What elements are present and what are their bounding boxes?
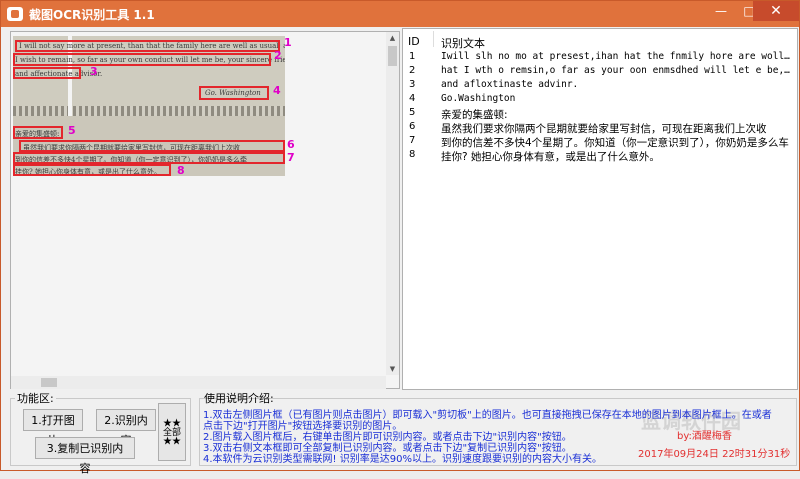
row-id: 8 xyxy=(409,149,416,160)
selection-number: 7 xyxy=(287,151,295,164)
minimize-button[interactable]: — xyxy=(707,1,735,21)
image-panel[interactable]: I will not say more at present, than tha… xyxy=(10,31,400,389)
app-window: 截图OCR识别工具 1.1 — □ ✕ I will not say more … xyxy=(0,0,800,475)
open-image-button[interactable]: 1.打开图片 xyxy=(23,409,83,447)
row-text: 挂你? 她担心你身体有意，或是出了什么意外。 xyxy=(441,151,660,163)
selection-number: 4 xyxy=(273,84,281,97)
current-datetime: 2017年09月24日 22时31分31秒 xyxy=(638,449,791,460)
selection-box xyxy=(13,67,81,79)
scanned-image[interactable]: I will not say more at present, than tha… xyxy=(13,36,285,176)
all-in-one-button[interactable]: ★★全部★★ xyxy=(158,403,186,461)
table-row[interactable]: 3 and afloxtinaste advinr. xyxy=(403,79,797,93)
table-row[interactable]: 8 挂你? 她担心你身体有意，或是出了什么意外。 xyxy=(403,149,797,163)
help-line: 4.本软件为云识别类型需联网! 识别率是达90%以上。识别速度跟要识别的内容大小… xyxy=(203,454,602,465)
selection-number: 6 xyxy=(287,138,295,151)
author-signature: by:酒醒梅香 xyxy=(677,431,732,442)
image-horizontal-scrollbar[interactable] xyxy=(11,376,386,389)
table-row[interactable]: 2 hat I wth o remsin,o far as your oon e… xyxy=(403,65,797,79)
row-text: 亲爱的集盛顿: xyxy=(441,109,508,121)
selection-number: 1 xyxy=(284,36,292,49)
scroll-up-arrow-icon[interactable]: ▲ xyxy=(386,32,399,44)
window-title: 截图OCR识别工具 1.1 xyxy=(29,8,155,22)
copy-result-button[interactable]: 3.复制已识别内容 xyxy=(35,437,135,475)
scroll-down-arrow-icon[interactable]: ▼ xyxy=(386,363,399,375)
selection-number: 8 xyxy=(177,164,185,177)
selection-number: 2 xyxy=(274,49,282,62)
column-header-text[interactable]: 识别文本 xyxy=(441,35,485,51)
selection-box xyxy=(15,40,280,52)
scroll-thumb[interactable] xyxy=(41,378,57,387)
row-text: Go.Washington xyxy=(441,93,516,104)
selection-box xyxy=(13,53,271,66)
scan-separator xyxy=(13,106,285,116)
table-row[interactable]: 7 到你的信差不多快4个星期了。你知道（你一定意识到了），你奶奶是多么车 xyxy=(403,135,797,149)
column-divider xyxy=(433,31,434,47)
selection-box xyxy=(19,140,285,152)
row-id: 5 xyxy=(409,107,416,118)
row-text: hat I wth o remsin,o far as your oon enm… xyxy=(441,65,793,76)
result-table[interactable]: ID 识别文本 1 Iwill slh no mo at presest,iha… xyxy=(402,28,798,390)
selection-box xyxy=(13,164,171,176)
table-row[interactable]: 4 Go.Washington xyxy=(403,93,797,107)
row-id: 7 xyxy=(409,135,416,146)
row-id: 1 xyxy=(409,51,416,62)
table-row[interactable]: 6 虽然我们要求你隔两个昆期就要给家里写封信，可现在距离我们上次收 xyxy=(403,121,797,135)
column-header-id[interactable]: ID xyxy=(408,35,420,48)
row-id: 6 xyxy=(409,121,416,132)
row-text: Iwill slh no mo at presest,ihan hat the … xyxy=(441,51,793,62)
app-icon xyxy=(7,7,23,21)
help-group-label: 使用说明介绍: xyxy=(204,392,274,405)
table-row[interactable]: 5 亲爱的集盛顿: xyxy=(403,107,797,121)
function-group-label: 功能区: xyxy=(15,390,56,406)
selection-box xyxy=(13,152,285,164)
row-text: 到你的信差不多快4个星期了。你知道（你一定意识到了），你奶奶是多么车 xyxy=(441,137,789,149)
selection-box xyxy=(199,86,269,100)
row-text: 虽然我们要求你隔两个昆期就要给家里写封信，可现在距离我们上次收 xyxy=(441,123,767,135)
row-text: and afloxtinaste advinr. xyxy=(441,79,579,90)
row-id: 4 xyxy=(409,93,416,104)
selection-number: 3 xyxy=(90,65,98,78)
row-id: 3 xyxy=(409,79,416,90)
row-id: 2 xyxy=(409,65,416,76)
scroll-thumb[interactable] xyxy=(388,46,397,66)
image-vertical-scrollbar[interactable]: ▲ ▼ xyxy=(386,32,399,375)
close-button[interactable]: ✕ xyxy=(753,1,799,21)
recognize-button[interactable]: 2.识别内容 xyxy=(96,409,156,447)
selection-box xyxy=(13,126,63,139)
table-row[interactable]: 1 Iwill slh no mo at presest,ihan hat th… xyxy=(403,51,797,65)
selection-number: 5 xyxy=(68,124,76,137)
title-bar[interactable]: 截图OCR识别工具 1.1 — □ ✕ xyxy=(1,1,799,27)
